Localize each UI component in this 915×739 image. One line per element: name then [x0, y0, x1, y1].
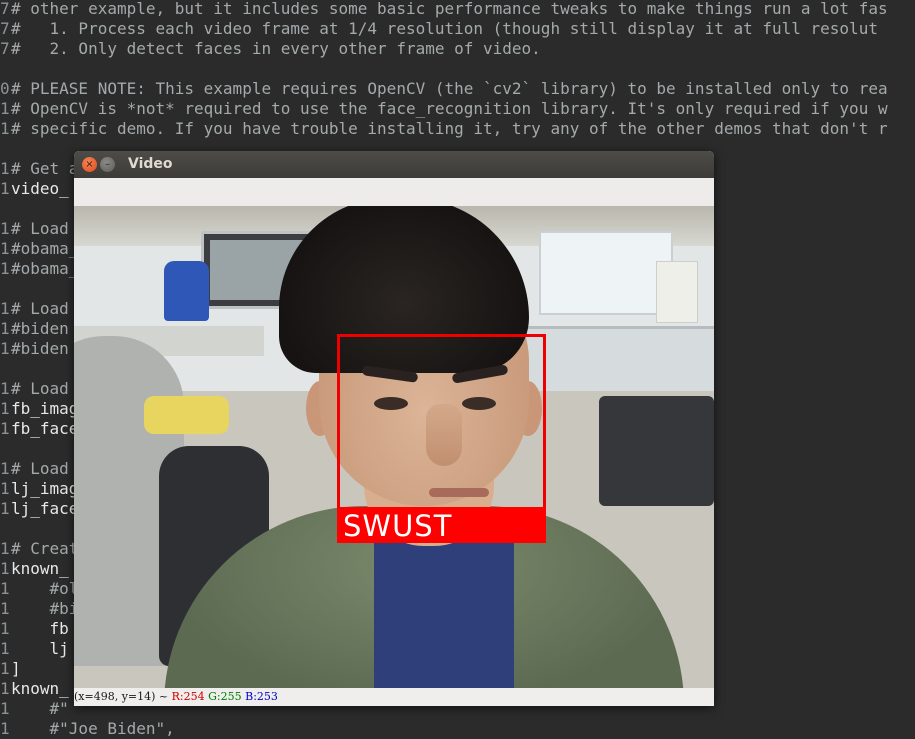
code-text: ]: [11, 659, 21, 678]
line-number: 1: [0, 539, 10, 558]
code-text: fb: [11, 619, 69, 638]
code-text: # 1. Process each video frame at 1/4 res…: [11, 19, 878, 38]
code-text: known_: [11, 559, 69, 578]
face-name-label: SWUST: [337, 507, 546, 543]
background-robot-arm: [164, 261, 209, 321]
line-number: 1: [0, 719, 10, 738]
line-number: 1: [0, 99, 10, 118]
background-chair-right: [599, 396, 714, 506]
line-number: 1: [0, 419, 10, 438]
window-titlebar[interactable]: × – Video: [74, 151, 714, 178]
code-text: fb_face: [11, 419, 79, 438]
code-text: # Get a: [11, 159, 79, 178]
code-text: # Load: [11, 219, 69, 238]
code-text: #ol: [11, 579, 79, 598]
video-window[interactable]: × – Video SWUST (x=498, y=14) ~ R:254 G:…: [74, 151, 714, 706]
code-text: #biden: [11, 339, 69, 358]
line-number: 1: [0, 599, 10, 618]
line-number: 1: [0, 159, 10, 178]
line-number: 1: [0, 319, 10, 338]
code-text: # Load: [11, 459, 69, 478]
line-number: 1: [0, 219, 10, 238]
line-number: 1: [0, 559, 10, 578]
code-text: #"Joe Biden",: [11, 719, 175, 738]
code-text: # Creat: [11, 539, 79, 558]
window-title: Video: [128, 156, 173, 172]
line-number: 1: [0, 399, 10, 418]
status-bar: (x=498, y=14) ~ R:254 G:255 B:253: [74, 688, 714, 706]
line-number: 1: [0, 639, 10, 658]
code-text: #obama_: [11, 239, 79, 258]
line-number: 0: [0, 79, 10, 98]
line-number: 1: [0, 699, 10, 718]
code-text: # specific demo. If you have trouble ins…: [11, 119, 888, 138]
line-number: 1: [0, 259, 10, 278]
code-text: fb_imag: [11, 399, 79, 418]
cursor-coordinates: (x=498, y=14) ~: [74, 690, 169, 703]
minimize-window-button[interactable]: –: [100, 157, 115, 172]
pixel-green-value: G:255: [208, 690, 242, 703]
video-frame[interactable]: SWUST: [74, 206, 714, 688]
line-number: 1: [0, 499, 10, 518]
line-number: 1: [0, 339, 10, 358]
code-text: # Load: [11, 379, 69, 398]
background-window: [539, 231, 673, 315]
background-air-conditioner: [656, 261, 698, 323]
code-text: # PLEASE NOTE: This example requires Ope…: [11, 79, 888, 98]
line-number: 1: [0, 239, 10, 258]
pixel-blue-value: B:253: [245, 690, 278, 703]
line-number: 1: [0, 659, 10, 678]
code-text: #bi: [11, 599, 79, 618]
pixel-red-value: R:254: [171, 690, 205, 703]
code-text: #": [11, 699, 69, 718]
code-text: # OpenCV is *not* required to use the fa…: [11, 99, 888, 118]
code-text: # Load: [11, 299, 69, 318]
line-number: 7: [0, 19, 10, 38]
code-text: known_: [11, 679, 69, 698]
line-number: 1: [0, 619, 10, 638]
code-text: # other example, but it includes some ba…: [11, 0, 888, 18]
close-window-button[interactable]: ×: [82, 157, 97, 172]
code-text: # 2. Only detect faces in every other fr…: [11, 39, 541, 58]
line-number: 7: [0, 39, 10, 58]
code-text: lj_face: [11, 499, 79, 518]
line-number: 7: [0, 0, 10, 18]
line-number: 1: [0, 379, 10, 398]
code-text: lj: [11, 639, 69, 658]
background-yellow-cloth: [144, 396, 229, 434]
line-number: 1: [0, 299, 10, 318]
line-number: 1: [0, 579, 10, 598]
line-number: 1: [0, 679, 10, 698]
line-number: 1: [0, 119, 10, 138]
line-number: 1: [0, 479, 10, 498]
window-toolbar: [74, 178, 714, 207]
code-text: #obama_: [11, 259, 79, 278]
code-text: lj_imag: [11, 479, 79, 498]
line-number: 1: [0, 179, 10, 198]
line-number: 1: [0, 459, 10, 478]
code-text: video_: [11, 179, 69, 198]
code-text: #biden: [11, 319, 69, 338]
